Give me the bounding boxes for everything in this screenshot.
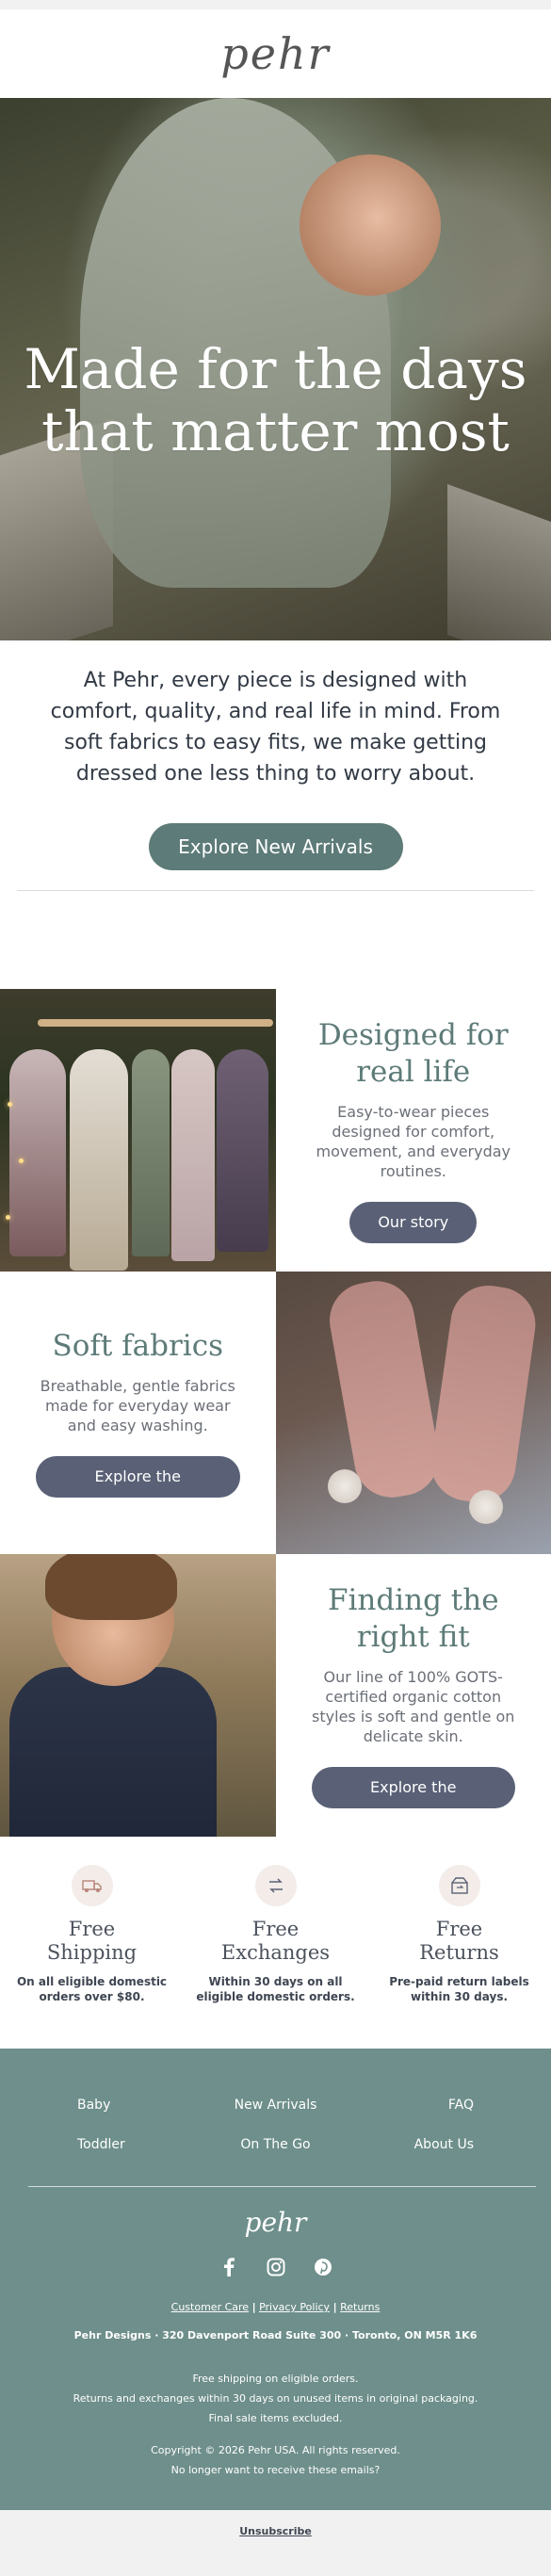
footer-logo[interactable]: pehr xyxy=(0,2207,551,2238)
top-strip xyxy=(0,0,551,9)
facebook-icon[interactable] xyxy=(218,2256,240,2278)
perk-title-line-1: Free xyxy=(380,1918,540,1941)
baby-pants-image[interactable] xyxy=(276,1272,551,1554)
hero-photo-child-face xyxy=(300,154,441,296)
feature-title: Designed for real life xyxy=(312,1017,516,1091)
explore-collection-button[interactable]: Explore the collection xyxy=(36,1456,240,1498)
footer-note: Final sale items excluded. xyxy=(0,2408,551,2428)
feature-text-right-fit: Finding the right fit Our line of 100% G… xyxy=(276,1554,551,1837)
return-box-icon xyxy=(439,1865,480,1906)
header: pehr xyxy=(0,9,551,98)
feature-row-1: Designed for real life Easy-to-wear piec… xyxy=(0,989,551,1272)
link-separator: | xyxy=(333,2301,337,2313)
link-separator: | xyxy=(252,2301,256,2313)
perk-title: Free Shipping xyxy=(12,1918,172,1965)
perk-title-line-2: Exchanges xyxy=(196,1941,356,1965)
feature-title: Finding the right fit xyxy=(312,1582,516,1656)
feature-description: Our line of 100% GOTS-certified organic … xyxy=(312,1667,516,1746)
divider-section xyxy=(0,871,551,989)
perk-description: Within 30 days on all eligible domestic … xyxy=(196,1974,356,2004)
garment-plaid-dress xyxy=(9,1049,66,1256)
tree-light xyxy=(8,1102,12,1107)
perk-description: Pre-paid return labels within 30 days. xyxy=(380,1974,540,2004)
footer-note: Free shipping on eligible orders. xyxy=(0,2369,551,2389)
footer-link-toddler[interactable]: Toddler xyxy=(28,2137,193,2152)
footer-link-faq[interactable]: FAQ xyxy=(358,2098,523,2113)
footer-divider xyxy=(28,2186,536,2187)
perk-title-line-2: Shipping xyxy=(12,1941,172,1965)
hero-photo-fence-right xyxy=(447,484,551,640)
divider xyxy=(17,890,534,891)
exchange-icon xyxy=(255,1865,297,1906)
perk-title-line-2: Returns xyxy=(380,1941,540,1965)
garment-vest xyxy=(70,1049,128,1271)
returns-link[interactable]: Returns xyxy=(340,2301,380,2313)
perks-section: Free Shipping On all eligible domestic o… xyxy=(0,1837,551,2049)
footer-policy-links: Customer Care | Privacy Policy | Returns xyxy=(0,2301,551,2313)
footer-copyright-block: Copyright © 2026 Pehr USA. All rights re… xyxy=(0,2440,551,2480)
hero-title-line-1: Made for the days xyxy=(0,338,551,400)
perk-title-line-1: Free xyxy=(196,1918,356,1941)
perk-free-exchanges: Free Exchanges Within 30 days on all eli… xyxy=(196,1865,356,2049)
footer-nav: Baby New Arrivals FAQ Toddler On The Go … xyxy=(0,2049,551,2152)
pant-leg-right xyxy=(426,1281,540,1507)
perk-title: Free Exchanges xyxy=(196,1918,356,1965)
toddler-sweater-image[interactable] xyxy=(0,1554,276,1837)
pom-pom xyxy=(469,1490,503,1524)
explore-collection-button[interactable]: Explore the collection xyxy=(312,1767,516,1808)
feature-description: Easy-to-wear pieces designed for comfort… xyxy=(312,1102,516,1181)
footer-link-about-us[interactable]: About Us xyxy=(358,2137,523,2152)
feature-text-soft-fabrics: Soft fabrics Breathable, gentle fabrics … xyxy=(0,1272,276,1554)
brand-logo[interactable]: pehr xyxy=(220,28,330,79)
footer-notes: Free shipping on eligible orders. Return… xyxy=(0,2369,551,2428)
unsubscribe-section: Unsubscribe xyxy=(0,2510,551,2576)
perk-title: Free Returns xyxy=(380,1918,540,1965)
garment-plum xyxy=(217,1049,268,1252)
feature-description: Breathable, gentle fabrics made for ever… xyxy=(36,1376,240,1435)
truck-icon xyxy=(72,1865,113,1906)
company-address: Pehr Designs · 320 Davenport Road Suite … xyxy=(0,2329,551,2341)
pinterest-icon[interactable] xyxy=(312,2256,334,2278)
privacy-policy-link[interactable]: Privacy Policy xyxy=(259,2301,330,2313)
hero-title-line-2: that matter most xyxy=(0,400,551,462)
pom-pom xyxy=(328,1469,362,1503)
no-longer-text: No longer want to receive these emails? xyxy=(0,2460,551,2480)
footer-link-on-the-go[interactable]: On The Go xyxy=(193,2137,358,2152)
unsubscribe-link[interactable]: Unsubscribe xyxy=(239,2525,312,2537)
perk-title-line-1: Free xyxy=(12,1918,172,1941)
perk-description: On all eligible domestic orders over $80… xyxy=(12,1974,172,2004)
tree-light xyxy=(6,1215,10,1220)
perk-free-shipping: Free Shipping On all eligible domestic o… xyxy=(12,1865,172,2049)
garment-green xyxy=(132,1049,170,1256)
hero-title: Made for the days that matter most xyxy=(0,338,551,462)
explore-new-arrivals-button[interactable]: Explore New Arrivals xyxy=(149,823,403,870)
footer-link-new-arrivals[interactable]: New Arrivals xyxy=(193,2098,358,2113)
intro-text: At Pehr, every piece is designed with co… xyxy=(38,665,513,789)
intro-section: At Pehr, every piece is designed with co… xyxy=(0,640,551,871)
instagram-icon[interactable] xyxy=(265,2256,287,2278)
feature-title: Soft fabrics xyxy=(53,1328,224,1365)
tree-light xyxy=(19,1158,24,1163)
navy-sweater xyxy=(9,1667,217,1837)
clothing-rack-image[interactable] xyxy=(0,989,276,1272)
rack-rod xyxy=(38,1019,273,1027)
customer-care-link[interactable]: Customer Care xyxy=(171,2301,249,2313)
footer: Baby New Arrivals FAQ Toddler On The Go … xyxy=(0,2049,551,2510)
child-hair xyxy=(45,1554,177,1620)
footer-link-baby[interactable]: Baby xyxy=(28,2098,193,2113)
garment-pink xyxy=(171,1049,215,1261)
footer-note: Returns and exchanges within 30 days on … xyxy=(0,2389,551,2408)
hero-banner[interactable]: Made for the days that matter most xyxy=(0,98,551,640)
feature-row-3: Finding the right fit Our line of 100% G… xyxy=(0,1554,551,1837)
feature-row-2: Soft fabrics Breathable, gentle fabrics … xyxy=(0,1272,551,1554)
email-page: pehr Made for the days that matter most … xyxy=(0,0,551,2537)
social-links xyxy=(0,2256,551,2278)
feature-text-designed: Designed for real life Easy-to-wear piec… xyxy=(276,989,551,1272)
copyright-text: Copyright © 2026 Pehr USA. All rights re… xyxy=(0,2440,551,2460)
perk-free-returns: Free Returns Pre-paid return labels with… xyxy=(380,1865,540,2049)
our-story-button[interactable]: Our story xyxy=(349,1202,477,1243)
